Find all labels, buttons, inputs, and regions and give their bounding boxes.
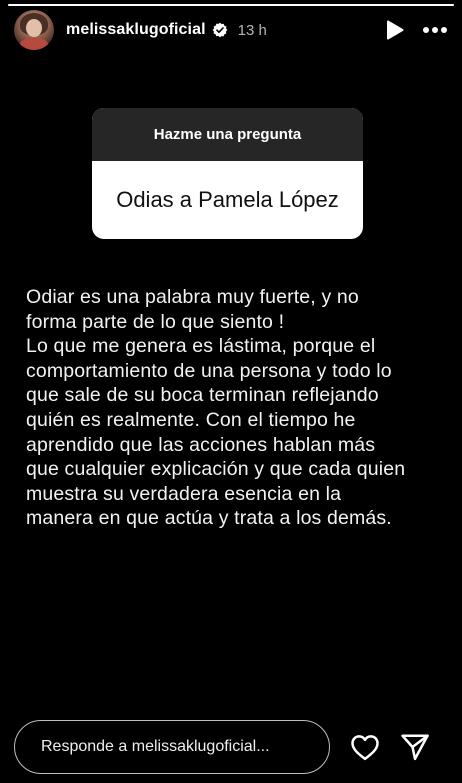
question-sticker[interactable]: Hazme una pregunta Odias a Pamela López: [92, 108, 363, 239]
heart-icon[interactable]: [350, 733, 380, 761]
username[interactable]: melissaklugoficial: [66, 21, 206, 39]
verified-badge-icon: [212, 22, 228, 38]
question-text: Odias a Pamela López: [116, 187, 339, 212]
story-progress-bar: [8, 4, 454, 6]
avatar[interactable]: [14, 10, 54, 50]
reply-input[interactable]: Responde a melissaklugoficial...: [14, 720, 330, 774]
answer-text: Odiar es una palabra muy fuerte, y no fo…: [26, 286, 406, 530]
send-icon[interactable]: [400, 733, 430, 761]
reply-placeholder: Responde a melissaklugoficial...: [41, 738, 270, 755]
story-progress-fill: [8, 4, 454, 6]
story-timestamp: 13 h: [237, 21, 267, 39]
question-sticker-title: Hazme una pregunta: [92, 108, 363, 161]
play-icon[interactable]: [386, 20, 404, 40]
more-options-icon[interactable]: [422, 26, 448, 34]
story-header: melissaklugoficial 13 h: [14, 10, 448, 50]
